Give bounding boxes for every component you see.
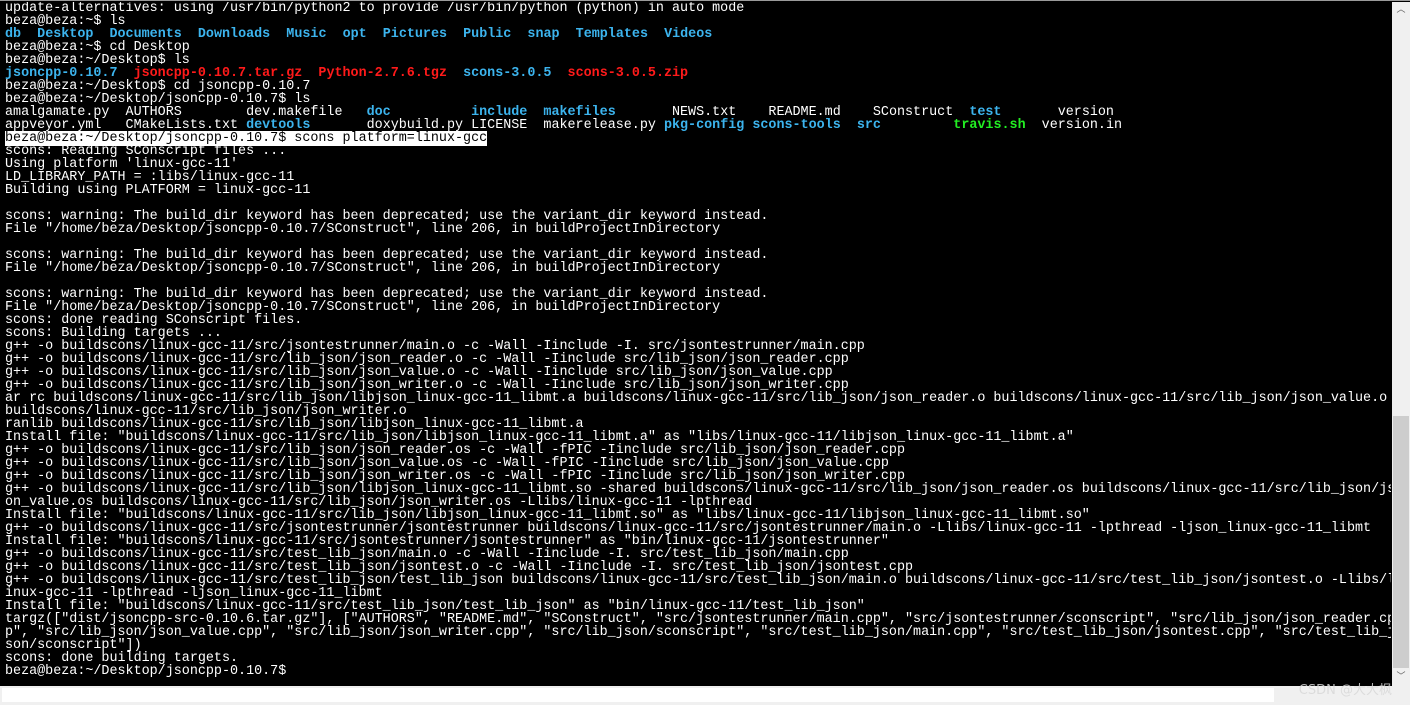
directory-entry: snap [527, 27, 560, 42]
directory-entry: scons-3.0.5 [463, 66, 552, 81]
terminal-window: update-alternatives: using /usr/bin/pyth… [0, 0, 1410, 705]
archive-entry: Python-2.7.6.tgz [318, 66, 447, 81]
directory-entry: Pictures [382, 27, 448, 42]
text-segment: version.in [1025, 118, 1123, 133]
watermark: CSDN @大大枫 [1298, 683, 1392, 698]
terminal-line: File "/home/beza/Desktop/jsoncpp-0.10.7/… [5, 261, 721, 276]
directory-entry: src [856, 118, 881, 133]
chevron-up-icon[interactable]: ︿ [1392, 2, 1410, 19]
terminal-line: beza@beza:~/Desktop/jsoncpp-0.10.7$ [5, 664, 287, 679]
text-segment [447, 27, 463, 42]
executable-entry: travis.sh [953, 118, 1026, 133]
text-segment [270, 27, 286, 42]
directory-entry: pkg-config [663, 118, 745, 133]
text-segment [648, 27, 664, 42]
text-segment [551, 66, 567, 81]
text-segment [511, 27, 527, 42]
directory-entry: Downloads [197, 27, 271, 42]
terminal-line: File "/home/beza/Desktop/jsoncpp-0.10.7/… [5, 222, 721, 237]
vertical-scrollbar[interactable]: ︿ ﹀ [1392, 2, 1410, 686]
terminal-line: Building using PLATFORM = linux-gcc-11 [5, 183, 311, 198]
directory-entry: Templates [575, 27, 648, 42]
directory-entry: Public [463, 27, 512, 42]
scrollbar-thumb[interactable] [1393, 416, 1409, 668]
terminal-line: beza@beza:~$ cd Desktop [5, 40, 190, 55]
terminal-line: update-alternatives: using /usr/bin/pyth… [5, 2, 745, 16]
directory-entry: scons-tools [752, 118, 841, 133]
text-segment [841, 118, 857, 133]
horizontal-scrollbar-thumb[interactable] [2, 688, 1274, 702]
text-segment [326, 27, 342, 42]
chevron-down-icon[interactable]: ﹀ [1392, 669, 1410, 686]
directory-entry: Music [286, 27, 327, 42]
terminal-line: db Desktop Documents Downloads Music opt… [5, 28, 1391, 41]
horizontal-scrollbar[interactable] [0, 686, 1410, 705]
text-segment [367, 27, 383, 42]
text-segment [447, 66, 463, 81]
directory-entry: Videos [664, 27, 713, 42]
text-segment [560, 27, 576, 42]
terminal-line: p", "src/lib_json/json_value.cpp", "src/… [5, 625, 1391, 640]
archive-entry: scons-3.0.5.zip [567, 66, 689, 81]
terminal-output[interactable]: update-alternatives: using /usr/bin/pyth… [5, 2, 1391, 686]
directory-entry: opt [342, 27, 367, 42]
text-segment [881, 118, 953, 133]
